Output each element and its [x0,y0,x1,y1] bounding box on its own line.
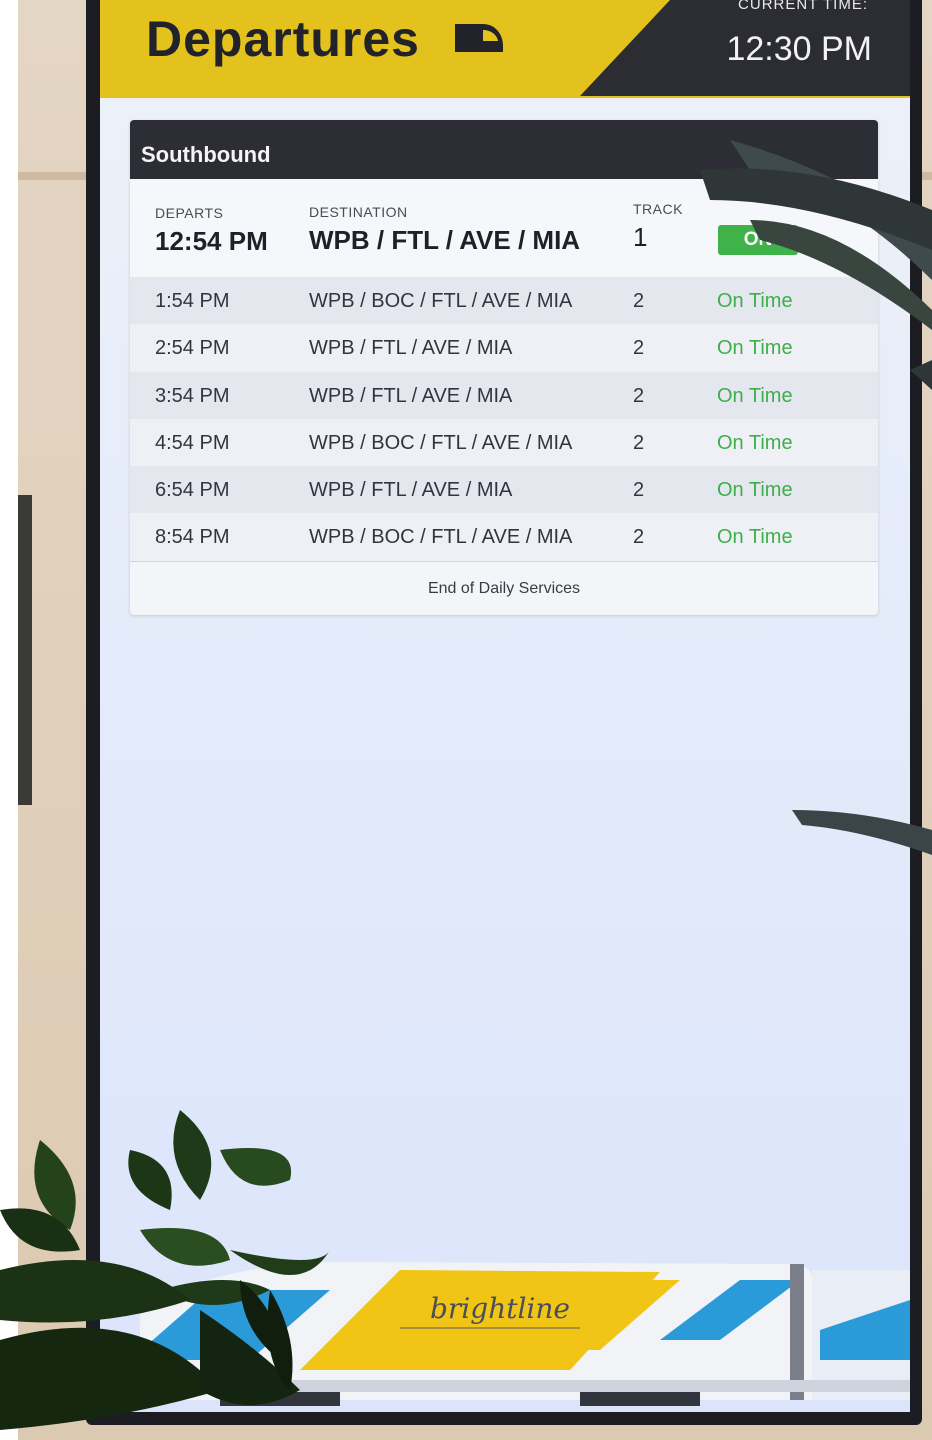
header-bar: Departures CURRENT TIME: 12:30 PM [100,0,910,98]
current-time: 12:30 PM [726,30,872,68]
departure-time: 1:54 PM [155,290,230,312]
departure-status: On Time [717,290,793,312]
departure-time: 4:54 PM [155,431,230,454]
departure-status: On Time [717,384,793,407]
table-row: 6:54 PM WPB / FTL / AVE / MIA 2 On Time [130,466,878,514]
departure-destination: WPB / FTL / AVE / MIA [309,384,513,407]
departure-track: 2 [633,526,645,549]
departure-destination: WPB / FTL / AVE / MIA [309,479,513,502]
next-departure-destination: WPB / FTL / AVE / MIA [309,225,581,255]
next-departure-track: 1 [633,222,648,252]
departure-time: 8:54 PM [155,526,230,549]
column-header-departs: DEPARTS [155,205,224,221]
next-departure-time: 12:54 PM [155,226,268,256]
wall-strip [0,0,18,1440]
page-title: Departures [146,11,420,67]
departure-time: 2:54 PM [155,337,230,360]
train-icon [455,24,503,52]
departure-list: 1:54 PM WPB / BOC / FTL / AVE / MIA 2 On… [130,277,878,561]
departure-destination: WPB / BOC / FTL / AVE / MIA [309,290,573,312]
departure-status: On Time [717,526,793,549]
table-row: 3:54 PM WPB / FTL / AVE / MIA 2 On Time [130,371,878,419]
departure-status: On Time [717,337,793,360]
wall-frame [18,495,32,805]
direction-label: Southbound [141,142,271,167]
column-header-track: TRACK [633,201,683,217]
departure-track: 2 [633,431,645,454]
direction-bar: Southbound [130,120,878,179]
end-of-service-note: End of Daily Services [130,561,878,616]
table-row: 4:54 PM WPB / BOC / FTL / AVE / MIA 2 On… [130,418,878,467]
status-badge: ON [718,225,798,255]
departure-track: 2 [633,337,645,360]
departure-destination: WPB / BOC / FTL / AVE / MIA [309,431,573,454]
departure-status: On Time [717,479,793,502]
table-row: 8:54 PM WPB / BOC / FTL / AVE / MIA 2 On… [130,513,878,561]
departure-time: 3:54 PM [155,384,230,407]
train-graphic [130,1261,910,1406]
departure-destination: WPB / BOC / FTL / AVE / MIA [309,526,573,549]
current-time-label: CURRENT TIME: [738,0,868,13]
departure-destination: WPB / FTL / AVE / MIA [309,337,513,360]
departure-screen: Departures CURRENT TIME: 12:30 PM Southb… [100,0,910,1412]
table-row: 2:54 PM WPB / FTL / AVE / MIA 2 On Time [130,324,878,372]
table-row: 1:54 PM WPB / BOC / FTL / AVE / MIA 2 On… [130,277,878,325]
departure-track: 2 [633,384,645,407]
departure-track: 2 [633,290,645,312]
departure-time: 6:54 PM [155,479,230,502]
column-header-destination: DESTINATION [309,204,408,220]
brand-logo: brightline [430,1292,570,1325]
departure-status: On Time [717,431,793,454]
departure-track: 2 [633,479,645,502]
departure-board: Southbound DEPARTS DESTINATION TRACK 12:… [130,120,878,615]
